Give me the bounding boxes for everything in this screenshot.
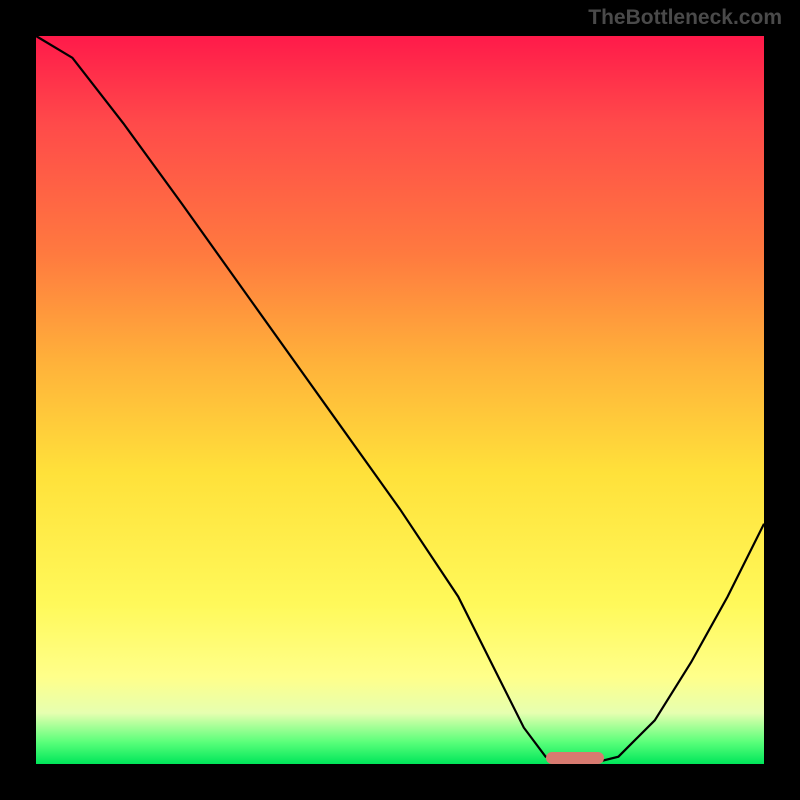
- optimal-range-marker: [546, 752, 604, 764]
- curve-path: [36, 36, 764, 764]
- bottleneck-curve-svg: [36, 36, 764, 764]
- watermark-text: TheBottleneck.com: [588, 6, 782, 30]
